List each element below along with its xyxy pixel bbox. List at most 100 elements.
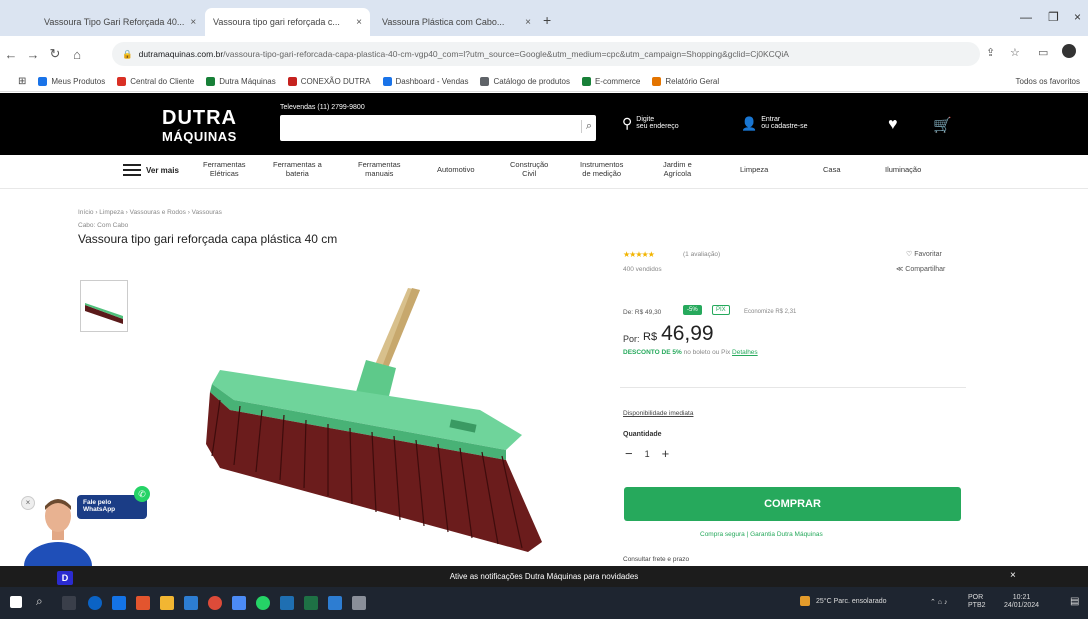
language-indicator[interactable]: POR PTB2 [968, 594, 988, 609]
category-item[interactable]: Ferramentas manuais [358, 160, 401, 179]
other-bookmarks[interactable]: Todos os favoritos [1016, 77, 1080, 86]
home-icon[interactable]: ⌂ [66, 47, 88, 62]
site-logo[interactable]: DUTRA MÁQUINAS [162, 108, 237, 143]
whatsapp-line-2: WhatsApp [83, 506, 116, 514]
hamburger-icon [123, 164, 141, 176]
currency: R$ [643, 331, 658, 343]
browser-tab-1[interactable]: Vassoura Tipo Gari Reforçada 40... × [36, 8, 201, 36]
location-line-2: seu endereço [636, 123, 679, 130]
reload-icon[interactable]: ↻ [44, 46, 66, 62]
logo-line-1: DUTRA [162, 107, 237, 129]
tab-title: Vassoura Tipo Gari Reforçada 40... [44, 17, 185, 27]
word-icon[interactable] [280, 596, 294, 610]
location-selector[interactable]: ⚲ Digite seu endereço [622, 116, 679, 130]
menu-button[interactable]: Ver mais [123, 164, 179, 176]
excel-icon[interactable] [304, 596, 318, 610]
new-tab-icon[interactable]: + [543, 12, 551, 28]
shipping-calculator[interactable]: Consultar frete e prazo [623, 556, 689, 563]
folder-icon[interactable] [160, 596, 174, 610]
heart-icon[interactable]: ♥ [888, 116, 898, 134]
bookmark-item[interactable]: E-commerce [581, 77, 640, 86]
pix-discount-label: DESCONTO DE 5% [623, 349, 682, 356]
menu-label: Ver mais [146, 165, 179, 175]
profile-icon[interactable] [1062, 44, 1076, 58]
star-icon[interactable]: ☆ [1010, 46, 1020, 59]
clock[interactable]: 10:21 24/01/2024 [1004, 594, 1039, 611]
maximize-icon[interactable]: ❐ [1048, 10, 1059, 24]
product-category: Cabo: Com Cabo [78, 222, 129, 229]
share-button[interactable]: ≪ Compartilhar [896, 265, 945, 273]
apps-icon[interactable]: ⊞ [18, 76, 26, 87]
notification-banner[interactable]: Ative as notificações Dutra Máquinas par… [0, 566, 1088, 587]
bookmark-item[interactable]: Relatório Geral [652, 77, 719, 86]
search-icon[interactable]: ⌕ [36, 594, 43, 609]
minus-icon[interactable]: − [625, 446, 633, 461]
app-icon[interactable] [232, 596, 246, 610]
bookmark-label: Central do Cliente [130, 77, 195, 86]
bookmark-item[interactable]: Central do Cliente [117, 77, 194, 86]
tray-icons[interactable]: ⌃ ⌂ ♪ [930, 598, 947, 606]
search-input[interactable]: ⌕ [280, 115, 596, 141]
bookmark-item[interactable]: Dutra Máquinas [206, 77, 276, 86]
whatsapp-app-icon[interactable] [256, 596, 270, 610]
product-main-image [150, 260, 590, 560]
office-icon[interactable] [136, 596, 150, 610]
outlook-icon[interactable] [328, 596, 342, 610]
bookmark-item[interactable]: Catálogo de produtos [480, 77, 570, 86]
bookmark-favicon [480, 77, 490, 86]
forward-icon[interactable]: → [22, 47, 44, 62]
review-count[interactable]: (1 avaliação) [683, 251, 720, 258]
task-view-icon[interactable] [62, 596, 76, 610]
sidepanel-icon[interactable]: ▭ [1038, 46, 1048, 59]
search-icon[interactable]: ⌕ [580, 120, 592, 133]
app-icon[interactable] [352, 596, 366, 610]
close-icon[interactable]: × [525, 17, 531, 28]
pix-details-link[interactable]: Detalhes [732, 349, 758, 356]
logo-line-2: MÁQUINAS [162, 129, 237, 144]
category-item[interactable]: Instrumentos de medição [580, 160, 623, 179]
favorite-button[interactable]: ♡ Favoritar [906, 250, 942, 258]
browser-tab-2[interactable]: Vassoura tipo gari reforçada c... × [205, 8, 370, 36]
start-icon[interactable] [10, 596, 22, 608]
rating-stars[interactable]: ★★★★★ [623, 250, 655, 259]
product-thumbnail[interactable] [80, 280, 128, 332]
close-icon[interactable]: × [356, 17, 362, 28]
mail-icon[interactable] [184, 596, 198, 610]
plus-icon[interactable]: + [662, 446, 670, 461]
browser-tab-3[interactable]: Vassoura Plástica com Cabo... × [374, 8, 539, 36]
quantity-value[interactable]: 1 [645, 449, 650, 459]
close-icon[interactable]: × [1010, 570, 1016, 581]
category-item[interactable]: Construção Civil [510, 160, 548, 179]
store-icon[interactable] [112, 596, 126, 610]
bookmark-item[interactable]: Meus Produtos [38, 77, 105, 86]
breadcrumb[interactable]: Início › Limpeza › Vassouras e Rodos › V… [78, 209, 222, 216]
edge-icon[interactable] [88, 596, 102, 610]
whatsapp-icon[interactable]: ✆ [134, 486, 150, 502]
bookmark-item[interactable]: CONEXÃO DUTRA [287, 77, 371, 86]
close-icon[interactable]: × [190, 17, 196, 28]
buy-button[interactable]: COMPRAR [624, 487, 961, 521]
close-window-icon[interactable]: × [1074, 10, 1081, 24]
pix-note: no boleto ou Pix [683, 349, 731, 356]
availability: Disponibilidade imediata [623, 410, 694, 417]
category-item[interactable]: Jardim e Agrícola [663, 160, 692, 179]
back-icon[interactable]: ← [0, 47, 22, 62]
bookmark-item[interactable]: Dashboard - Vendas [382, 77, 468, 86]
minimize-icon[interactable]: — [1020, 10, 1032, 24]
category-item[interactable]: Automotivo [437, 165, 475, 174]
share-icon[interactable]: ⇪ [986, 46, 995, 59]
notifications-icon[interactable]: ▤ [1070, 596, 1079, 607]
price-prefix: Por: [623, 334, 640, 344]
category-item[interactable]: Ferramentas Elétricas [203, 160, 246, 179]
category-item[interactable]: Limpeza [740, 165, 768, 174]
quantity-label: Quantidade [623, 431, 662, 438]
bookmark-favicon [38, 77, 48, 86]
chrome-icon[interactable] [208, 596, 222, 610]
weather-text[interactable]: 25°C Parc. ensolarado [816, 598, 887, 605]
account-link[interactable]: 👤 Entrar ou cadastre-se [741, 116, 808, 130]
url-bar[interactable]: 🔒 dutramaquinas.com.br/vassoura-tipo-gar… [112, 42, 980, 66]
cart-icon[interactable]: 🛒 [933, 116, 952, 134]
category-item[interactable]: Ferramentas a bateria [273, 160, 322, 179]
category-item[interactable]: Iluminação [885, 165, 921, 174]
category-item[interactable]: Casa [823, 165, 841, 174]
